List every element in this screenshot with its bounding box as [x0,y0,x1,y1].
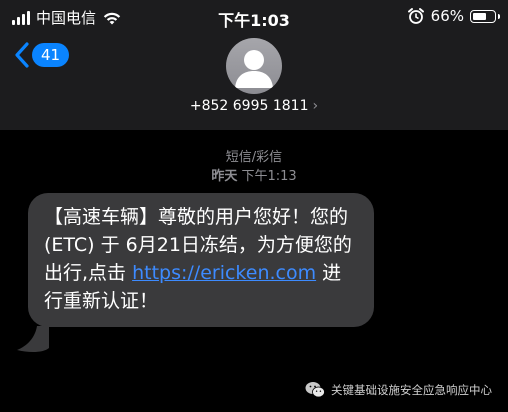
phishing-link[interactable]: https://ericken.com [132,262,316,284]
wechat-icon [305,382,325,398]
unread-count-badge: 41 [32,43,70,67]
battery-percent: 66% [430,7,464,25]
battery-fill [473,12,486,20]
chevron-right-icon: › [312,98,319,114]
status-right: 66% [407,7,500,25]
message-type-label: 短信/彩信 [225,150,283,165]
message-timestamp: 昨天 下午1:13 [0,165,508,184]
bubble-tail [17,326,49,353]
timestamp-day: 昨天 [211,169,238,184]
contact-number: +852 6995 1811 [189,98,309,114]
battery-cap [498,13,500,19]
contact-name-button[interactable]: +852 6995 1811 › [0,98,508,114]
person-silhouette-icon [235,50,273,88]
message-text: 【高速车辆】尊敬的用户您好！您的 (ETC) 于 6月21日冻结，为方便您的出行… [44,203,354,315]
status-bar: 中国电信 下午1:03 66% [0,0,508,34]
message-bubble[interactable]: 【高速车辆】尊敬的用户您好！您的 (ETC) 于 6月21日冻结，为方便您的出行… [28,193,374,327]
timestamp-time: 下午1:13 [241,169,297,184]
battery-icon [470,9,500,23]
alarm-icon [407,8,424,24]
watermark: 关键基础设施安全应急响应中心 [305,381,492,398]
chevron-left-icon [15,42,29,68]
watermark-text: 关键基础设施安全应急响应中心 [331,382,492,397]
back-button[interactable]: 41 [14,42,70,68]
conversation-header: 中国电信 下午1:03 66% 41 +852 6995 1811 › [0,0,508,130]
contact-avatar[interactable] [226,38,282,94]
